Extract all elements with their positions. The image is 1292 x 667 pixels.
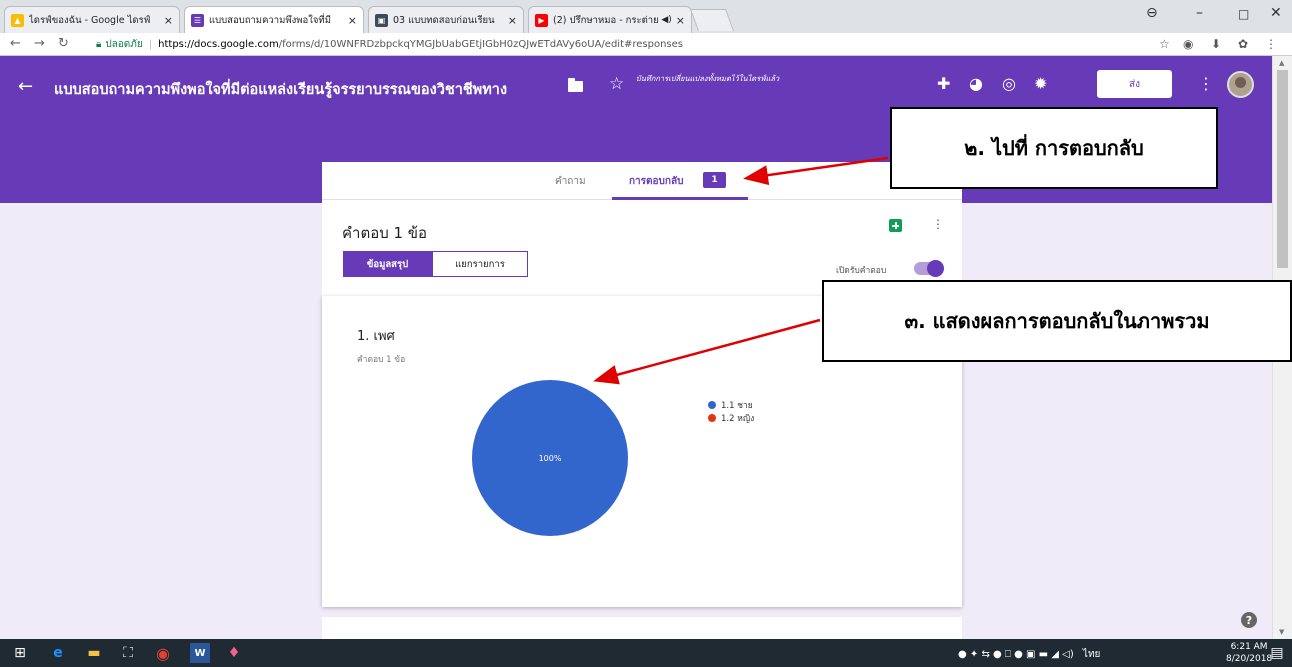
minimize-button[interactable]: – — [1196, 5, 1203, 21]
google-drive-icon: ▲ — [11, 13, 24, 27]
taskbar-clock[interactable]: 6:21 AM 8/20/2018 — [1226, 641, 1272, 665]
browser-tab-pretest[interactable]: ▣ 03 แบบทดสอบก่อนเรียน × — [368, 6, 524, 33]
tab-responses[interactable]: การตอบกลับ — [629, 174, 683, 189]
folder-icon[interactable] — [568, 78, 583, 92]
browser-tab-drive[interactable]: ▲ ไดรฟ์ของฉัน - Google ไดรฟ์ × — [4, 6, 180, 33]
tab-label: ไดรฟ์ของฉัน - Google ไดรฟ์ — [29, 14, 151, 26]
question-response-count: คำตอบ 1 ข้อ — [357, 355, 406, 365]
lock-icon: 🔒︎ — [96, 39, 102, 50]
question-title: 1. เพศ — [357, 329, 395, 344]
star-icon[interactable]: ☆ — [609, 74, 624, 94]
chrome-menu-icon[interactable]: ⋮ — [1265, 37, 1277, 51]
image-icon: ▣ — [375, 13, 388, 27]
extension-puzzle-icon[interactable]: ✿ — [1238, 37, 1248, 51]
tray-icons[interactable]: ● ✦ ⇆ ● ⎕ ● ▣ ▬ ◢ ◁) — [958, 649, 1074, 660]
legend-item: 1.2 หญิง — [708, 411, 754, 425]
windows-taskbar: ⊞ e ▬ ⛶ ◉ W ♦ ● ✦ ⇆ ● ⎕ ● ▣ ▬ ◢ ◁) ไทย 6… — [0, 639, 1292, 667]
annotation-callout-responses: ๒. ไปที่ การตอบกลับ — [890, 107, 1218, 189]
tab-label: 03 แบบทดสอบก่อนเรียน — [393, 14, 495, 26]
accepting-responses-toggle[interactable] — [914, 260, 944, 277]
legend-label: 1.1 ชาย — [721, 401, 753, 411]
legend-swatch — [708, 414, 716, 422]
more-options-icon[interactable]: ⋮ — [1198, 74, 1214, 93]
tab-label: แบบสอบถามความพึงพอใจที่มี — [209, 14, 331, 26]
speaker-icon: ◀) — [661, 15, 672, 25]
edge-browser-icon[interactable]: e — [48, 643, 68, 663]
extension-icon[interactable]: ◉ — [1183, 37, 1193, 51]
form-title[interactable]: แบบสอบถามความพึงพอใจที่มีต่อแหล่งเรียนรู… — [54, 78, 507, 101]
back-icon[interactable]: ← — [10, 36, 21, 51]
legend-swatch — [708, 401, 716, 409]
form-tabs: คำถาม การตอบกลับ 1 — [322, 162, 962, 200]
input-language[interactable]: ไทย — [1083, 649, 1100, 660]
pie-chart: 100% — [472, 380, 628, 536]
url-field[interactable]: 🔒︎ ปลอดภัย | https://docs.google.com /fo… — [96, 36, 1146, 53]
download-icon[interactable]: ⬇ — [1211, 37, 1221, 51]
send-button[interactable]: ส่ง — [1097, 70, 1172, 98]
save-status-note: บันทึกการเปลี่ยนแปลงทั้งหมดไว้ในไดรฟ์แล้… — [636, 74, 780, 83]
scroll-thumb[interactable] — [1277, 70, 1288, 268]
tab-close-icon[interactable]: × — [508, 14, 517, 27]
browser-tab-forms[interactable]: ☰ แบบสอบถามความพึงพอใจที่มี × — [184, 6, 364, 33]
scroll-up-arrow[interactable]: ▲ — [1279, 59, 1284, 67]
windows-start-icon[interactable]: ⊞ — [12, 643, 28, 663]
individual-view-button[interactable]: แยกรายการ — [432, 251, 528, 277]
file-explorer-icon[interactable]: ▬ — [84, 643, 104, 663]
settings-gear-icon[interactable]: ✹ — [1034, 74, 1047, 93]
clock-time: 6:21 AM — [1230, 642, 1268, 652]
profile-icon[interactable]: ⊖ — [1146, 5, 1158, 21]
word-icon[interactable]: W — [190, 643, 210, 663]
address-bar: ← → ↻ 🔒︎ ปลอดภัย | https://docs.google.c… — [0, 33, 1292, 56]
scroll-down-arrow[interactable]: ▼ — [1279, 628, 1284, 636]
new-tab-button[interactable] — [689, 9, 735, 31]
help-icon[interactable]: ? — [1241, 612, 1257, 628]
tab-close-icon[interactable]: × — [348, 14, 357, 27]
bookmark-star-icon[interactable]: ☆ — [1159, 37, 1170, 51]
tab-close-icon[interactable]: × — [676, 14, 685, 27]
palette-icon[interactable]: ◕ — [969, 74, 983, 93]
maximize-button[interactable]: □ — [1238, 7, 1249, 21]
annotation-callout-overview: ๓. แสดงผลการตอบกลับในภาพรวม — [822, 280, 1292, 362]
browser-tab-youtube[interactable]: ▶ (2) ปรึกษาหมอ - กระต่าย ◀) × — [528, 6, 692, 33]
close-window-button[interactable]: ✕ — [1270, 5, 1282, 21]
tab-close-icon[interactable]: × — [164, 14, 173, 27]
google-forms-icon: ☰ — [191, 13, 204, 27]
google-sheets-icon[interactable] — [889, 219, 902, 232]
summary-view-button[interactable]: ข้อมูลสรุป — [343, 251, 432, 277]
tab-questions[interactable]: คำถาม — [555, 174, 586, 189]
forward-icon[interactable]: → — [34, 36, 45, 51]
url-host: https://docs.google.com — [158, 39, 279, 50]
avatar[interactable] — [1227, 71, 1254, 98]
accepting-responses-label: เปิดรับคำตอบ — [836, 266, 887, 276]
clock-date: 8/20/2018 — [1226, 654, 1273, 664]
reload-icon[interactable]: ↻ — [58, 36, 69, 51]
youtube-icon: ▶ — [535, 13, 548, 27]
secure-label: ปลอดภัย — [105, 39, 143, 50]
system-tray: ● ✦ ⇆ ● ⎕ ● ▣ ▬ ◢ ◁) ไทย — [958, 647, 1100, 662]
preview-eye-icon[interactable]: ◎ — [1002, 74, 1016, 93]
url-separator: | — [148, 39, 153, 50]
store-icon[interactable]: ⛶ — [118, 643, 138, 663]
legend-item: 1.1 ชาย — [708, 398, 753, 412]
addons-puzzle-icon[interactable]: ✚ — [937, 74, 950, 93]
tab-label: (2) ปรึกษาหมอ - กระต่าย — [553, 14, 659, 26]
response-count-heading: คำตอบ 1 ข้อ — [342, 224, 428, 242]
chrome-icon[interactable]: ◉ — [152, 643, 174, 663]
back-arrow-icon[interactable]: ← — [18, 76, 33, 97]
next-card — [322, 617, 962, 639]
legend-label: 1.2 หญิง — [721, 414, 755, 424]
browser-tab-strip: ▲ ไดรฟ์ของฉัน - Google ไดรฟ์ × ☰ แบบสอบถ… — [0, 0, 1292, 33]
pie-slice-label: 100% — [539, 454, 562, 463]
response-count-badge: 1 — [703, 172, 726, 188]
url-path: /forms/d/10WNFRDzbpckqYMGJbUabGEtjIGbH0z… — [278, 39, 684, 50]
maps-pin-icon[interactable]: ♦ — [224, 643, 244, 663]
notifications-icon[interactable]: ▤ — [1268, 643, 1286, 663]
more-options-icon[interactable]: ⋮ — [932, 217, 944, 231]
